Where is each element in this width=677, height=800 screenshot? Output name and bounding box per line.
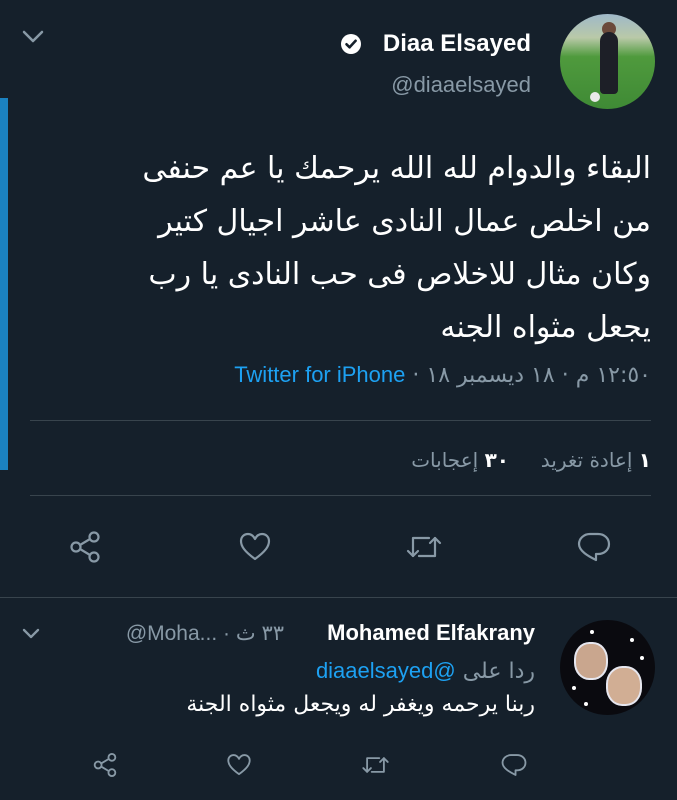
retweets-count: ١ <box>638 448 651 472</box>
avatar-figure <box>600 32 618 94</box>
avatar-sparkle <box>590 630 594 634</box>
share-icon[interactable] <box>68 530 102 564</box>
meta-separator: · <box>561 363 569 388</box>
avatar-face <box>606 666 642 706</box>
reply-handle-time[interactable]: @Moha... · ٣٣ ث <box>126 621 284 646</box>
likes-label: إعجابات <box>411 448 479 472</box>
tweet-date: ١٨ ديسمبر ١٨ <box>426 363 555 388</box>
reply-icon[interactable] <box>576 530 612 564</box>
avatar-ball <box>590 92 600 102</box>
avatar-sparkle <box>572 686 576 690</box>
tweet-stats: ١ إعادة تغريد ٣٠ إعجابات <box>411 448 651 472</box>
reply-icon[interactable] <box>500 752 528 778</box>
likes-stat[interactable]: ٣٠ إعجابات <box>411 448 509 472</box>
verified-badge-icon <box>340 33 362 55</box>
divider <box>30 420 651 421</box>
retweet-icon[interactable] <box>405 530 443 564</box>
avatar[interactable] <box>560 14 655 109</box>
like-icon[interactable] <box>226 752 252 778</box>
meta-separator: · <box>412 363 420 388</box>
author-name[interactable]: Diaa Elsayed <box>383 30 531 58</box>
chevron-down-icon[interactable] <box>22 30 44 44</box>
reply-mention-link[interactable]: @diaaelsayed <box>316 658 456 683</box>
tweet-time: ١٢:٥٠ م <box>575 363 651 388</box>
thread-indicator <box>0 98 8 470</box>
like-icon[interactable] <box>238 530 272 564</box>
likes-count: ٣٠ <box>484 448 509 472</box>
retweets-stat[interactable]: ١ إعادة تغريد <box>541 448 651 472</box>
reply-author-name[interactable]: Mohamed Elfakrany <box>327 620 535 646</box>
tweet-source-link[interactable]: Twitter for iPhone <box>234 362 405 387</box>
chevron-down-icon[interactable] <box>22 628 40 640</box>
retweet-icon[interactable] <box>361 752 390 778</box>
avatar-sparkle <box>584 702 588 706</box>
tweet-text: البقاء والدوام لله الله يرحمك يا عم حنفى… <box>142 151 651 345</box>
retweets-label: إعادة تغريد <box>540 448 633 472</box>
share-icon[interactable] <box>92 752 118 778</box>
replying-to: ردا على @diaaelsayed <box>316 658 535 684</box>
reply-text: ربنا يرحمه ويغفر له ويجعل مثواه الجنة <box>186 692 535 717</box>
avatar-sparkle <box>640 656 644 660</box>
reply-avatar[interactable] <box>560 620 655 715</box>
avatar-face <box>574 642 608 680</box>
replying-label: ردا على <box>462 659 535 684</box>
tweet-meta: ١٢:٥٠ م · ١٨ ديسمبر ١٨ · Twitter for iPh… <box>234 362 651 388</box>
avatar-sparkle <box>630 638 634 642</box>
author-handle[interactable]: @diaaelsayed <box>391 72 531 98</box>
divider <box>30 495 651 496</box>
section-divider <box>0 597 677 598</box>
